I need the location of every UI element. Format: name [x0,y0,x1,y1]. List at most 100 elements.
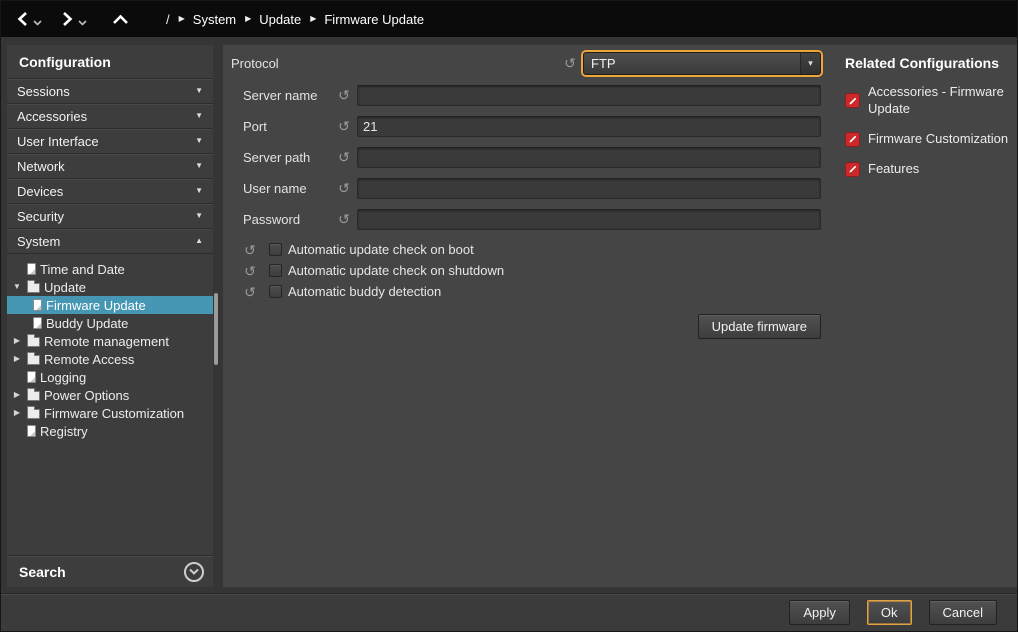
auto-buddy-detection-checkbox[interactable] [269,285,282,298]
folder-open-icon [27,283,40,293]
tree-item-firmware-update[interactable]: Firmware Update [7,296,213,314]
edit-icon [845,93,860,108]
tree-item-remote-access[interactable]: ▶ Remote Access [7,350,213,368]
breadcrumb: / ▶ System ▶ Update ▶ Firmware Update [166,12,424,27]
breadcrumb-separator-icon: ▶ [179,15,185,23]
chevron-left-icon [16,11,29,27]
folder-icon [27,391,40,401]
tree-item-update[interactable]: ▼ Update [7,278,213,296]
form-actions: Update firmware [231,314,821,339]
sidebar-section-sessions[interactable]: Sessions ▼ [7,79,213,104]
dialog-footer: Apply Ok Cancel [1,593,1017,631]
chevron-down-icon: ▼ [195,187,203,195]
chevron-down-icon [33,20,42,26]
chevron-down-icon [78,20,87,26]
tree-item-remote-management[interactable]: ▶ Remote management [7,332,213,350]
protocol-select[interactable]: FTP ▾ [583,52,821,75]
tree-expander-closed-icon[interactable]: ▶ [11,337,23,345]
edit-icon [845,132,860,147]
folder-icon [27,337,40,347]
file-icon [27,263,36,275]
search-expand-button[interactable] [184,562,204,582]
scrollbar-thumb[interactable] [214,293,218,365]
related-item-accessories-firmware-update[interactable]: Accessories - Firmware Update [845,84,1009,118]
chevron-right-icon [61,11,74,27]
tree-item-registry[interactable]: Registry [7,422,213,440]
breadcrumb-item-update[interactable]: ▶ Update [245,12,301,27]
tree-expander-closed-icon[interactable]: ▶ [11,355,23,363]
auto-update-shutdown-checkbox[interactable] [269,264,282,277]
chevron-down-icon: ▼ [195,162,203,170]
cancel-button[interactable]: Cancel [929,600,997,625]
breadcrumb-separator-icon: ▶ [245,15,251,23]
navigation-bar: / ▶ System ▶ Update ▶ Firmware Update [1,1,1017,37]
update-firmware-button[interactable]: Update firmware [698,314,821,339]
auto-update-boot-checkbox[interactable] [269,243,282,256]
tree-item-time-and-date[interactable]: Time and Date [7,260,213,278]
sidebar-section-devices[interactable]: Devices ▼ [7,179,213,204]
reset-icon[interactable]: ↺ [335,150,353,164]
tree-expander-closed-icon[interactable]: ▶ [11,391,23,399]
file-icon [27,371,36,383]
forward-history-dropdown[interactable] [78,13,87,31]
port-input[interactable] [357,116,821,137]
configuration-window: / ▶ System ▶ Update ▶ Firmware Update Co… [0,0,1018,632]
main-area: Configuration Sessions ▼ Accessories ▼ U… [1,37,1017,593]
breadcrumb-item-firmware-update[interactable]: ▶ Firmware Update [310,12,424,27]
user-name-input[interactable] [357,178,821,199]
file-icon [27,425,36,437]
reset-icon[interactable]: ↺ [335,181,353,195]
tree-item-firmware-customization[interactable]: ▶ Firmware Customization [7,404,213,422]
reset-icon[interactable]: ↺ [241,285,259,299]
back-history-dropdown[interactable] [33,13,42,31]
tree-item-logging[interactable]: Logging [7,368,213,386]
password-row: Password ↺ [231,208,821,230]
chevron-down-icon [189,568,199,575]
breadcrumb-root[interactable]: / [166,12,170,27]
tree-expander-open-icon[interactable]: ▼ [11,283,23,291]
auto-update-boot-row: ↺ Automatic update check on boot [231,239,821,260]
auto-update-shutdown-label: Automatic update check on shutdown [288,263,504,278]
back-button[interactable] [13,9,32,29]
sidebar-section-security[interactable]: Security ▼ [7,204,213,229]
sidebar-section-accessories[interactable]: Accessories ▼ [7,104,213,129]
chevron-down-icon: ▼ [195,112,203,120]
server-path-input[interactable] [357,147,821,168]
file-icon [33,299,42,311]
reset-icon[interactable]: ↺ [335,88,353,102]
apply-button[interactable]: Apply [789,600,850,625]
ok-button[interactable]: Ok [867,600,912,625]
password-input[interactable] [357,209,821,230]
reset-icon[interactable]: ↺ [241,264,259,278]
breadcrumb-item-system[interactable]: ▶ System [179,12,237,27]
related-configurations-title: Related Configurations [845,55,1009,71]
dropdown-arrow-icon: ▾ [800,53,820,74]
auto-update-shutdown-row: ↺ Automatic update check on shutdown [231,260,821,281]
tree-item-power-options[interactable]: ▶ Power Options [7,386,213,404]
reset-icon[interactable]: ↺ [241,243,259,257]
port-row: Port ↺ [231,115,821,137]
server-name-input[interactable] [357,85,821,106]
server-path-label: Server path [243,150,335,165]
up-button[interactable] [109,12,132,27]
sidebar-section-network[interactable]: Network ▼ [7,154,213,179]
related-configurations-panel: Related Configurations Accessories - Fir… [835,45,1017,587]
tree-expander-closed-icon[interactable]: ▶ [11,409,23,417]
user-name-row: User name ↺ [231,177,821,199]
configuration-sidebar: Configuration Sessions ▼ Accessories ▼ U… [7,45,213,587]
firmware-update-form: Protocol ↺ FTP ▾ Server name ↺ Port ↺ [223,45,835,587]
related-item-firmware-customization[interactable]: Firmware Customization [845,131,1009,148]
related-item-features[interactable]: Features [845,161,1009,178]
sidebar-section-user-interface[interactable]: User Interface ▼ [7,129,213,154]
sidebar-scrollbar[interactable] [213,45,223,587]
tree-item-buddy-update[interactable]: Buddy Update [7,314,213,332]
reset-icon[interactable]: ↺ [335,119,353,133]
sidebar-section-system[interactable]: System ▲ [7,229,213,254]
reset-icon[interactable]: ↺ [335,212,353,226]
reset-icon[interactable]: ↺ [561,56,579,70]
forward-button[interactable] [58,9,77,29]
port-label: Port [243,119,335,134]
content-surface: Protocol ↺ FTP ▾ Server name ↺ Port ↺ [223,45,1017,587]
search-section-header[interactable]: Search [7,555,213,587]
auto-update-boot-label: Automatic update check on boot [288,242,474,257]
